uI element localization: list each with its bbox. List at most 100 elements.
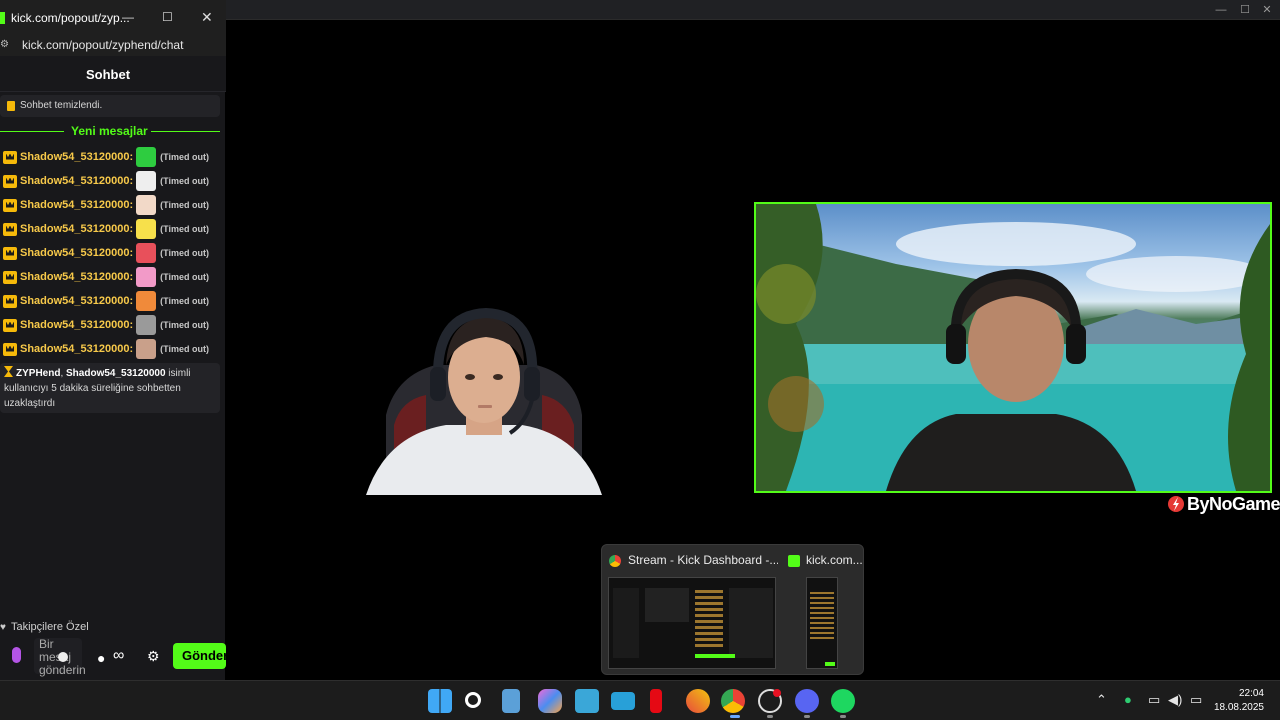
chat-message: Shadow54_53120000: (Timed out) [3,219,221,239]
chat-message: Shadow54_53120000: (Timed out) [3,171,221,191]
clock[interactable]: 22:04 18.08.2025 [1214,687,1264,715]
search-icon[interactable] [465,692,481,708]
preview-thumbnail-dashboard [608,577,776,669]
remote-desktop-icon[interactable] [611,692,635,710]
emote-icon[interactable] [136,147,157,167]
photos-icon[interactable] [575,689,599,713]
timed-out-label: (Timed out) [160,344,209,354]
battery-icon[interactable]: ▭ [1190,692,1202,708]
chat-username[interactable]: Shadow54_53120000: [20,247,133,259]
app-icon[interactable] [686,689,710,713]
chat-username[interactable]: Shadow54_53120000: [20,343,133,355]
moderator-name[interactable]: ZYPHend [16,368,60,379]
timed-out-label: (Timed out) [160,296,209,306]
kick-emotes-icon[interactable]: ● [97,650,105,666]
emote-icon[interactable] [136,267,157,287]
address-text: kick.com/popout/zyphend/chat [22,38,184,52]
emote-icon[interactable] [136,243,157,263]
trash-icon [7,101,15,111]
clock-time: 22:04 [1238,688,1264,699]
timed-out-label: (Timed out) [160,248,209,258]
microphone-tray-icon[interactable]: ● [1124,692,1132,707]
gear-icon[interactable]: ⚙ [147,648,160,665]
timed-out-label: (Timed out) [160,152,209,162]
minimize-button[interactable]: — [122,10,134,24]
new-messages-label: Yeni mesajlar [71,124,148,138]
chat-popout-window: kick.com/popout/zyp... — ☐ ✕ ⚙ kick.com/… [0,0,228,680]
chat-header-title: Sohbet [85,67,131,82]
crown-badge-icon [3,150,17,164]
hourglass-icon [4,366,13,377]
site-settings-icon[interactable]: ⚙ [0,39,10,51]
chat-message: Shadow54_53120000: (Timed out) [3,267,221,287]
close-button[interactable]: ✕ [201,9,213,26]
crown-badge-icon [3,294,17,308]
crown-badge-icon [3,342,17,356]
netflix-icon[interactable] [650,689,662,713]
crown-badge-icon [3,270,17,284]
chat-username[interactable]: Shadow54_53120000: [20,271,133,283]
copilot-icon[interactable] [538,689,562,713]
kick-icon [788,555,800,567]
notification-badge [773,689,781,697]
emote-icon[interactable] [136,219,157,239]
chat-message: Shadow54_53120000: (Timed out) [3,243,221,263]
chat-username[interactable]: Shadow54_53120000: [20,319,133,331]
target-username[interactable]: Shadow54_53120000 [66,368,166,379]
chat-username[interactable]: Shadow54_53120000: [20,295,133,307]
maximize-button[interactable]: ☐ [162,10,173,24]
chat-username[interactable]: Shadow54_53120000: [20,199,133,211]
crown-badge-icon [3,174,17,188]
stream-window: — ☐ ✕ ByNoGame Stream - Kick Dashboard -… [226,0,1280,680]
chat-username[interactable]: Shadow54_53120000: [20,223,133,235]
taskbar-preview-popup: Stream - Kick Dashboard -... kick.com... [601,544,864,675]
chat-message: Shadow54_53120000: (Timed out) [3,147,221,167]
crown-badge-icon [3,246,17,260]
preview-item-dashboard[interactable]: Stream - Kick Dashboard -... [602,545,782,676]
chat-message: Shadow54_53120000: (Timed out) [3,195,221,215]
webcam-left [366,305,602,495]
crown-badge-icon [3,318,17,332]
file-explorer-icon[interactable] [502,689,520,713]
emote-icon[interactable] [136,291,157,311]
crown-badge-icon [3,222,17,236]
timed-out-label: (Timed out) [160,224,209,234]
close-button[interactable]: ✕ [1256,2,1278,18]
webcam-right [754,202,1272,493]
obs-running-indicator [767,715,773,718]
new-messages-divider: Yeni mesajlar [0,123,220,139]
chat-window-titlebar: kick.com/popout/zyp... — ☐ ✕ [0,0,226,36]
address-bar[interactable]: ⚙ kick.com/popout/zyphend/chat [0,36,226,56]
chat-window-title: kick.com/popout/zyp... [11,11,130,25]
display-icon[interactable]: ▭ [1148,692,1160,708]
bynogame-logo: ByNoGame [1167,492,1280,516]
timed-out-label: (Timed out) [160,200,209,210]
minimize-button[interactable]: — [1210,2,1232,18]
emoji-icon[interactable] [58,652,68,662]
infinity-icon[interactable]: ∞ [113,647,124,665]
maximize-button[interactable]: ☐ [1234,2,1256,18]
preview-item-kick-chat[interactable]: kick.com... [784,545,864,676]
heart-icon: ♥ [0,622,6,633]
spotify-running-indicator [840,715,846,718]
windows-start-icon[interactable] [428,689,452,713]
preview-thumbnail-kick [806,577,838,669]
bynogame-logo-text: ByNoGame [1186,493,1280,514]
emote-icon[interactable] [136,339,157,359]
moderation-message: ZYPHend, Shadow54_53120000 isimli kullan… [0,363,220,413]
discord-icon[interactable] [795,689,819,713]
kick-favicon-icon [0,12,5,24]
chat-username[interactable]: Shadow54_53120000: [20,151,133,163]
timed-out-label: (Timed out) [160,272,209,282]
emote-icon[interactable] [136,171,157,191]
emote-icon[interactable] [136,195,157,215]
volume-icon[interactable]: ◀) [1168,692,1182,708]
chevron-up-icon[interactable]: ⌃ [1096,692,1107,708]
spotify-icon[interactable] [831,689,855,713]
microphone-icon[interactable] [12,647,21,663]
send-button[interactable]: Gönder [173,643,228,669]
chrome-icon[interactable] [721,689,745,713]
bynogame-logo-icon [1167,496,1184,512]
chat-username[interactable]: Shadow54_53120000: [20,175,133,187]
emote-icon[interactable] [136,315,157,335]
